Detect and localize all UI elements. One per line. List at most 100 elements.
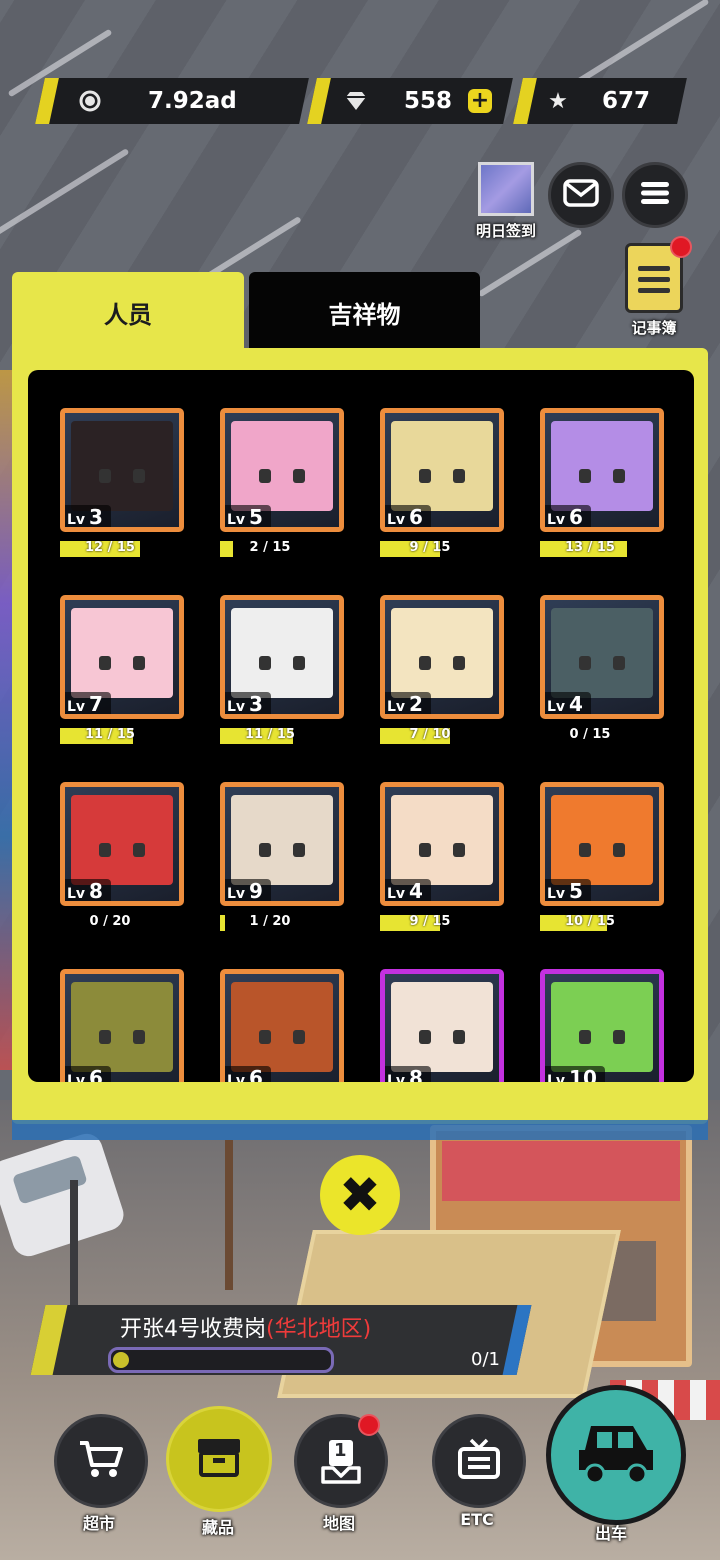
card-progress-text: 12 / 15 xyxy=(85,540,135,555)
coin-icon xyxy=(78,89,102,113)
character-portrait[interactable]: Lv 4 xyxy=(540,595,664,719)
mail-button[interactable] xyxy=(548,162,614,228)
tab-mascot[interactable]: 吉祥物 xyxy=(249,272,480,352)
nav-etc[interactable]: ETC xyxy=(432,1414,526,1529)
level-value: 3 xyxy=(89,505,103,529)
character-card[interactable]: Lv 6 xyxy=(60,969,184,1082)
character-card[interactable]: Lv 6 xyxy=(220,969,344,1082)
card-progress-bar: 9 / 15 xyxy=(380,914,480,931)
character-portrait[interactable]: Lv 8 xyxy=(380,969,504,1082)
level-value: 10 xyxy=(569,1066,597,1082)
level-prefix: Lv xyxy=(547,699,566,715)
level-badge: Lv 8 xyxy=(65,879,111,901)
character-portrait[interactable]: Lv 3 xyxy=(220,595,344,719)
character-card[interactable]: Lv 4 0 / 15 xyxy=(540,595,664,744)
character-card[interactable]: Lv 9 1 / 20 xyxy=(220,782,344,931)
character-avatar xyxy=(551,982,653,1072)
quest-region: (华北地区) xyxy=(266,1317,372,1342)
level-value: 4 xyxy=(569,692,583,716)
character-grid[interactable]: Lv 3 12 / 15 Lv 5 2 / 15 Lv 6 9 / 15 Lv 6 13 / 15 Lv… xyxy=(28,370,694,1082)
level-badge: Lv 4 xyxy=(385,879,431,901)
level-value: 5 xyxy=(569,879,583,903)
level-prefix: Lv xyxy=(67,886,86,902)
tv-icon xyxy=(457,1438,501,1484)
character-portrait[interactable]: Lv 6 xyxy=(380,408,504,532)
etc-button[interactable] xyxy=(432,1414,526,1508)
map-label: 地图 xyxy=(322,1514,355,1533)
character-portrait[interactable]: Lv 2 xyxy=(380,595,504,719)
character-card[interactable]: Lv 6 9 / 15 xyxy=(380,408,504,557)
character-portrait[interactable]: Lv 3 xyxy=(60,408,184,532)
level-value: 6 xyxy=(409,505,423,529)
level-badge: Lv 3 xyxy=(65,505,111,527)
character-portrait[interactable]: Lv 4 xyxy=(380,782,504,906)
collection-button[interactable] xyxy=(166,1406,272,1512)
diamond-counter: 558 + xyxy=(307,78,513,124)
market-button[interactable] xyxy=(54,1414,148,1508)
character-card[interactable]: Lv 6 13 / 15 xyxy=(540,408,664,557)
star-value: 677 xyxy=(602,88,651,114)
character-avatar xyxy=(391,608,493,698)
depart-button[interactable] xyxy=(546,1385,686,1525)
character-portrait[interactable]: Lv 6 xyxy=(60,969,184,1082)
character-portrait[interactable]: Lv 6 xyxy=(540,408,664,532)
level-prefix: Lv xyxy=(227,699,246,715)
quest-bar[interactable]: 开张4号收费岗(华北地区) 0/1 xyxy=(30,1305,532,1375)
nav-collection[interactable]: 藏品 xyxy=(166,1406,272,1538)
box-icon xyxy=(195,1436,243,1482)
tab-staff[interactable]: 人员 xyxy=(12,272,244,352)
level-value: 2 xyxy=(409,692,423,716)
card-progress-bar: 12 / 15 xyxy=(60,540,160,557)
card-progress-text: 9 / 15 xyxy=(409,540,451,555)
character-avatar xyxy=(71,795,173,885)
level-badge: Lv 8 xyxy=(385,1066,431,1082)
card-progress-bar: 0 / 20 xyxy=(60,914,160,931)
character-card[interactable]: Lv 8 0 / 20 xyxy=(60,782,184,931)
tree xyxy=(225,1140,233,1290)
character-card[interactable]: Lv 2 7 / 10 xyxy=(380,595,504,744)
character-card[interactable]: Lv 5 2 / 15 xyxy=(220,408,344,557)
character-card[interactable]: Lv 4 9 / 15 xyxy=(380,782,504,931)
level-prefix: Lv xyxy=(67,699,86,715)
character-card[interactable]: Lv 8 xyxy=(380,969,504,1082)
card-progress-bar: 13 / 15 xyxy=(540,540,640,557)
card-progress-text: 0 / 20 xyxy=(89,914,131,929)
character-portrait[interactable]: Lv 5 xyxy=(540,782,664,906)
notebook-label: 记事簿 xyxy=(631,319,677,337)
market-label: 超市 xyxy=(82,1514,115,1533)
character-portrait[interactable]: Lv 10 xyxy=(540,969,664,1082)
card-progress-text: 0 / 15 xyxy=(569,727,611,742)
card-progress-bar: 9 / 15 xyxy=(380,540,480,557)
character-card[interactable]: Lv 10 xyxy=(540,969,664,1082)
level-prefix: Lv xyxy=(227,1073,246,1082)
character-portrait[interactable]: Lv 8 xyxy=(60,782,184,906)
card-progress-bar: 7 / 10 xyxy=(380,727,480,744)
character-avatar xyxy=(71,608,173,698)
character-portrait[interactable]: Lv 5 xyxy=(220,408,344,532)
character-card[interactable]: Lv 7 11 / 15 xyxy=(60,595,184,744)
diamond-icon xyxy=(344,89,368,113)
character-card[interactable]: Lv 3 11 / 15 xyxy=(220,595,344,744)
level-value: 3 xyxy=(249,692,263,716)
character-portrait[interactable]: Lv 7 xyxy=(60,595,184,719)
menu-icon xyxy=(640,180,670,210)
map-marker-icon: 1 xyxy=(319,1438,363,1484)
level-value: 8 xyxy=(89,879,103,903)
character-portrait[interactable]: Lv 9 xyxy=(220,782,344,906)
level-prefix: Lv xyxy=(387,699,406,715)
character-card[interactable]: Lv 3 12 / 15 xyxy=(60,408,184,557)
level-value: 4 xyxy=(409,879,423,903)
daily-signin-button[interactable]: 明日签到 xyxy=(470,162,542,241)
character-avatar xyxy=(391,421,493,511)
coin-counter: 7.92ad xyxy=(35,78,309,124)
character-avatar xyxy=(71,982,173,1072)
collection-label: 藏品 xyxy=(201,1518,234,1537)
character-portrait[interactable]: Lv 6 xyxy=(220,969,344,1082)
level-prefix: Lv xyxy=(67,1073,86,1082)
close-button[interactable]: ✖ xyxy=(320,1155,400,1235)
character-card[interactable]: Lv 5 10 / 15 xyxy=(540,782,664,931)
nav-market[interactable]: 超市 xyxy=(54,1414,148,1534)
add-diamond-button[interactable]: + xyxy=(468,88,493,113)
level-prefix: Lv xyxy=(547,1073,566,1082)
menu-button[interactable] xyxy=(622,162,688,228)
